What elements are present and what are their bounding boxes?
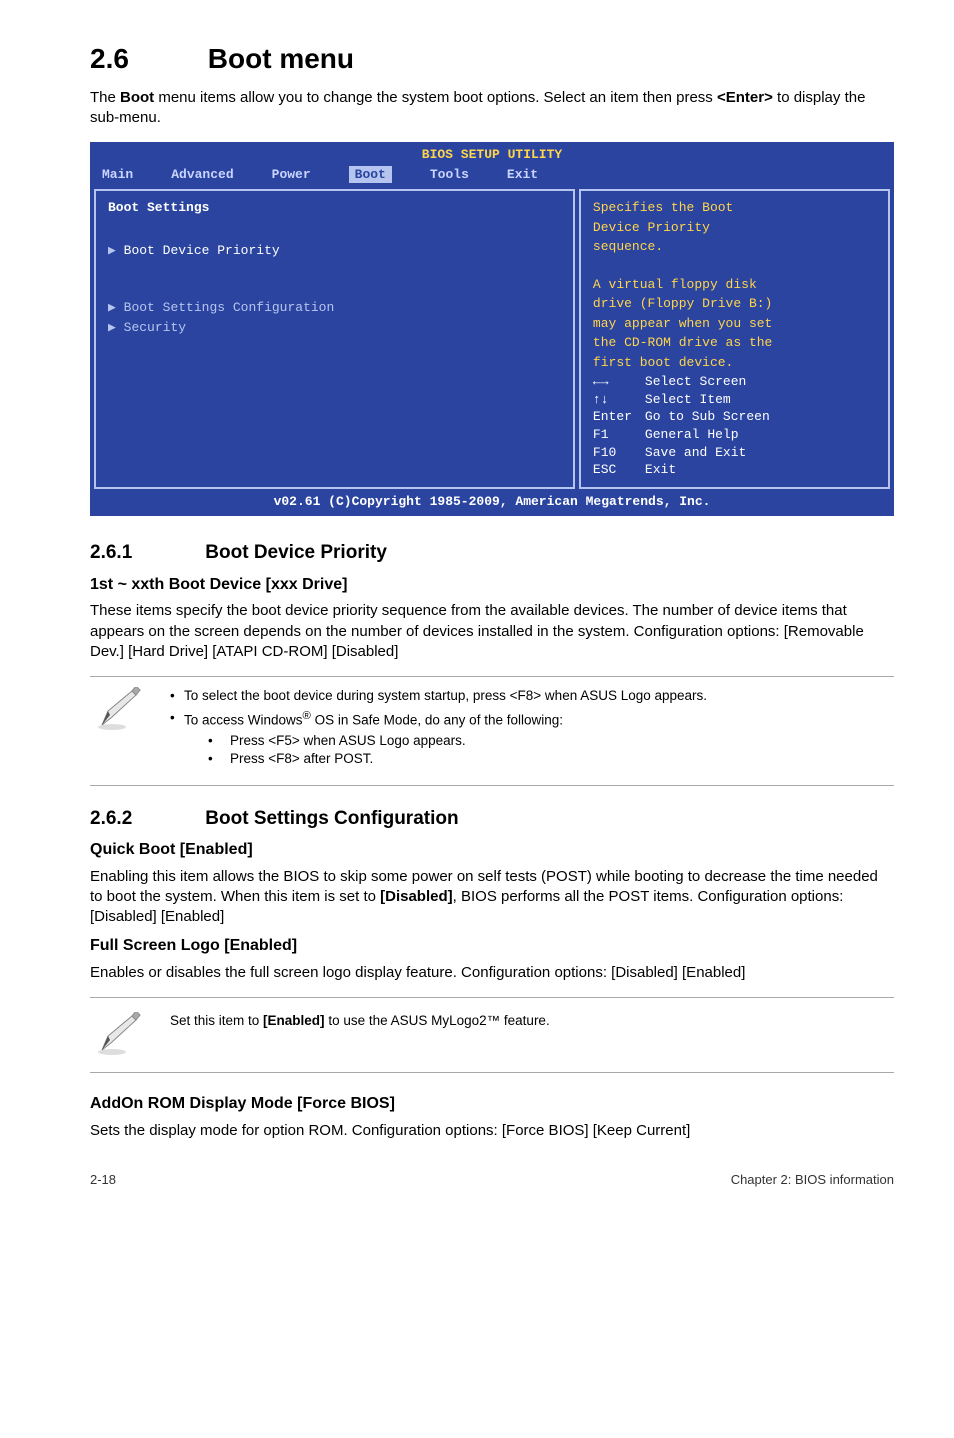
key-action: Select Screen [645, 373, 746, 391]
bios-footer: v02.61 (C)Copyright 1985-2009, American … [92, 491, 892, 515]
bios-item-label: Security [124, 320, 186, 335]
subsection-number: 2.6.1 [90, 540, 200, 566]
text-bold: [Disabled] [380, 888, 453, 905]
key-label: ←→ [593, 373, 645, 391]
bios-item-boot-device-priority: ▶ Boot Device Priority [108, 242, 561, 260]
key-action: General Help [645, 426, 739, 444]
subsection-title: Boot Device Priority [205, 542, 387, 563]
section-number: 2.6 [90, 40, 200, 78]
note-bullet: To access Windows® OS in Safe Mode, do a… [170, 709, 707, 768]
subsection-heading: 2.6.1 Boot Device Priority [90, 540, 894, 566]
note-text: Set this item to [Enabled] to use the AS… [170, 1012, 550, 1030]
bios-item-security: ▶ Security [108, 319, 561, 337]
option-description: Enabling this item allows the BIOS to sk… [90, 867, 894, 928]
subsection-number: 2.6.2 [90, 806, 200, 832]
note-text-span: OS in Safe Mode, do any of the following… [311, 713, 563, 728]
note-text: To select the boot device during system … [170, 687, 707, 772]
bios-item-label: Boot Settings Configuration [124, 300, 335, 315]
bios-help-line: the CD-ROM drive as the [593, 334, 876, 352]
bios-menu-tools: Tools [430, 166, 469, 184]
bios-item-boot-settings-configuration: ▶ Boot Settings Configuration [108, 299, 561, 317]
text-span: to use the ASUS MyLogo2™ feature. [325, 1013, 550, 1028]
option-description: These items specify the boot device prio… [90, 601, 894, 662]
key-label: Enter [593, 408, 645, 426]
triangle-icon: ▶ [108, 300, 124, 315]
note-sub-bullet: Press <F8> after POST. [184, 750, 707, 768]
bios-help-text: Specifies the Boot Device Priority seque… [593, 199, 876, 373]
intro-text: menu items allow you to change the syste… [154, 89, 717, 106]
subsection-heading: 2.6.2 Boot Settings Configuration [90, 806, 894, 832]
page-footer: 2-18 Chapter 2: BIOS information [90, 1171, 894, 1189]
text-bold: [Enabled] [263, 1013, 325, 1028]
key-label: F1 [593, 426, 645, 444]
triangle-icon: ▶ [108, 243, 124, 258]
bios-help-line: A virtual floppy disk [593, 276, 876, 294]
triangle-icon: ▶ [108, 320, 124, 335]
key-action: Go to Sub Screen [645, 408, 770, 426]
option-description: Enables or disables the full screen logo… [90, 963, 894, 983]
bios-menu-boot: Boot [349, 166, 392, 184]
key-action: Save and Exit [645, 444, 746, 462]
bios-menu-advanced: Advanced [171, 166, 233, 184]
option-heading: AddOn ROM Display Mode [Force BIOS] [90, 1093, 894, 1115]
chapter-label: Chapter 2: BIOS information [731, 1171, 894, 1189]
intro-bold: <Enter> [717, 89, 773, 106]
option-heading: Quick Boot [Enabled] [90, 839, 894, 861]
key-label: F10 [593, 444, 645, 462]
bios-help-line: drive (Floppy Drive B:) [593, 295, 876, 313]
bios-boot-settings-title: Boot Settings [108, 199, 561, 217]
option-description: Sets the display mode for option ROM. Co… [90, 1121, 894, 1141]
section-heading: 2.6 Boot menu [90, 40, 894, 78]
bios-help-line: may appear when you set [593, 315, 876, 333]
note-text-span: To access Windows [184, 713, 303, 728]
bios-help-line: Specifies the Boot [593, 199, 876, 217]
intro-bold: Boot [120, 89, 154, 106]
key-action: Exit [645, 461, 676, 479]
key-action: Select Item [645, 391, 731, 409]
bios-right-pane: Specifies the Boot Device Priority seque… [579, 189, 890, 488]
bios-screenshot: BIOS SETUP UTILITY Main Advanced Power B… [90, 142, 894, 516]
bios-menu-power: Power [272, 166, 311, 184]
intro-paragraph: The Boot menu items allow you to change … [90, 88, 894, 129]
page-number: 2-18 [90, 1171, 116, 1189]
superscript: ® [303, 710, 311, 722]
key-label: ↑↓ [593, 391, 645, 409]
section-title-text: Boot menu [208, 43, 354, 74]
bios-help-line: Device Priority [593, 219, 876, 237]
intro-text: The [90, 89, 120, 106]
bios-body: Boot Settings ▶ Boot Device Priority ▶ B… [92, 187, 892, 490]
bios-left-pane: Boot Settings ▶ Boot Device Priority ▶ B… [94, 189, 575, 488]
note-bullet: To select the boot device during system … [170, 687, 707, 705]
text-span: Set this item to [170, 1013, 263, 1028]
bios-menu-bar: Main Advanced Power Boot Tools Exit [92, 164, 892, 188]
bios-key-legend: ←→Select Screen ↑↓Select Item EnterGo to… [593, 373, 876, 478]
key-label: ESC [593, 461, 645, 479]
note-sub-bullet: Press <F5> when ASUS Logo appears. [184, 732, 707, 750]
option-heading: 1st ~ xxth Boot Device [xxx Drive] [90, 574, 894, 596]
subsection-title: Boot Settings Configuration [205, 808, 458, 829]
bios-help-line: sequence. [593, 238, 876, 256]
pencil-note-icon [96, 687, 142, 733]
bios-title-bar: BIOS SETUP UTILITY [92, 144, 892, 164]
pencil-note-icon [96, 1012, 142, 1058]
bios-item-label: Boot Device Priority [124, 243, 280, 258]
note-block: To select the boot device during system … [90, 676, 894, 785]
option-heading: Full Screen Logo [Enabled] [90, 935, 894, 957]
bios-help-line: first boot device. [593, 354, 876, 372]
bios-menu-main: Main [102, 166, 133, 184]
note-block: Set this item to [Enabled] to use the AS… [90, 997, 894, 1073]
bios-menu-exit: Exit [507, 166, 538, 184]
